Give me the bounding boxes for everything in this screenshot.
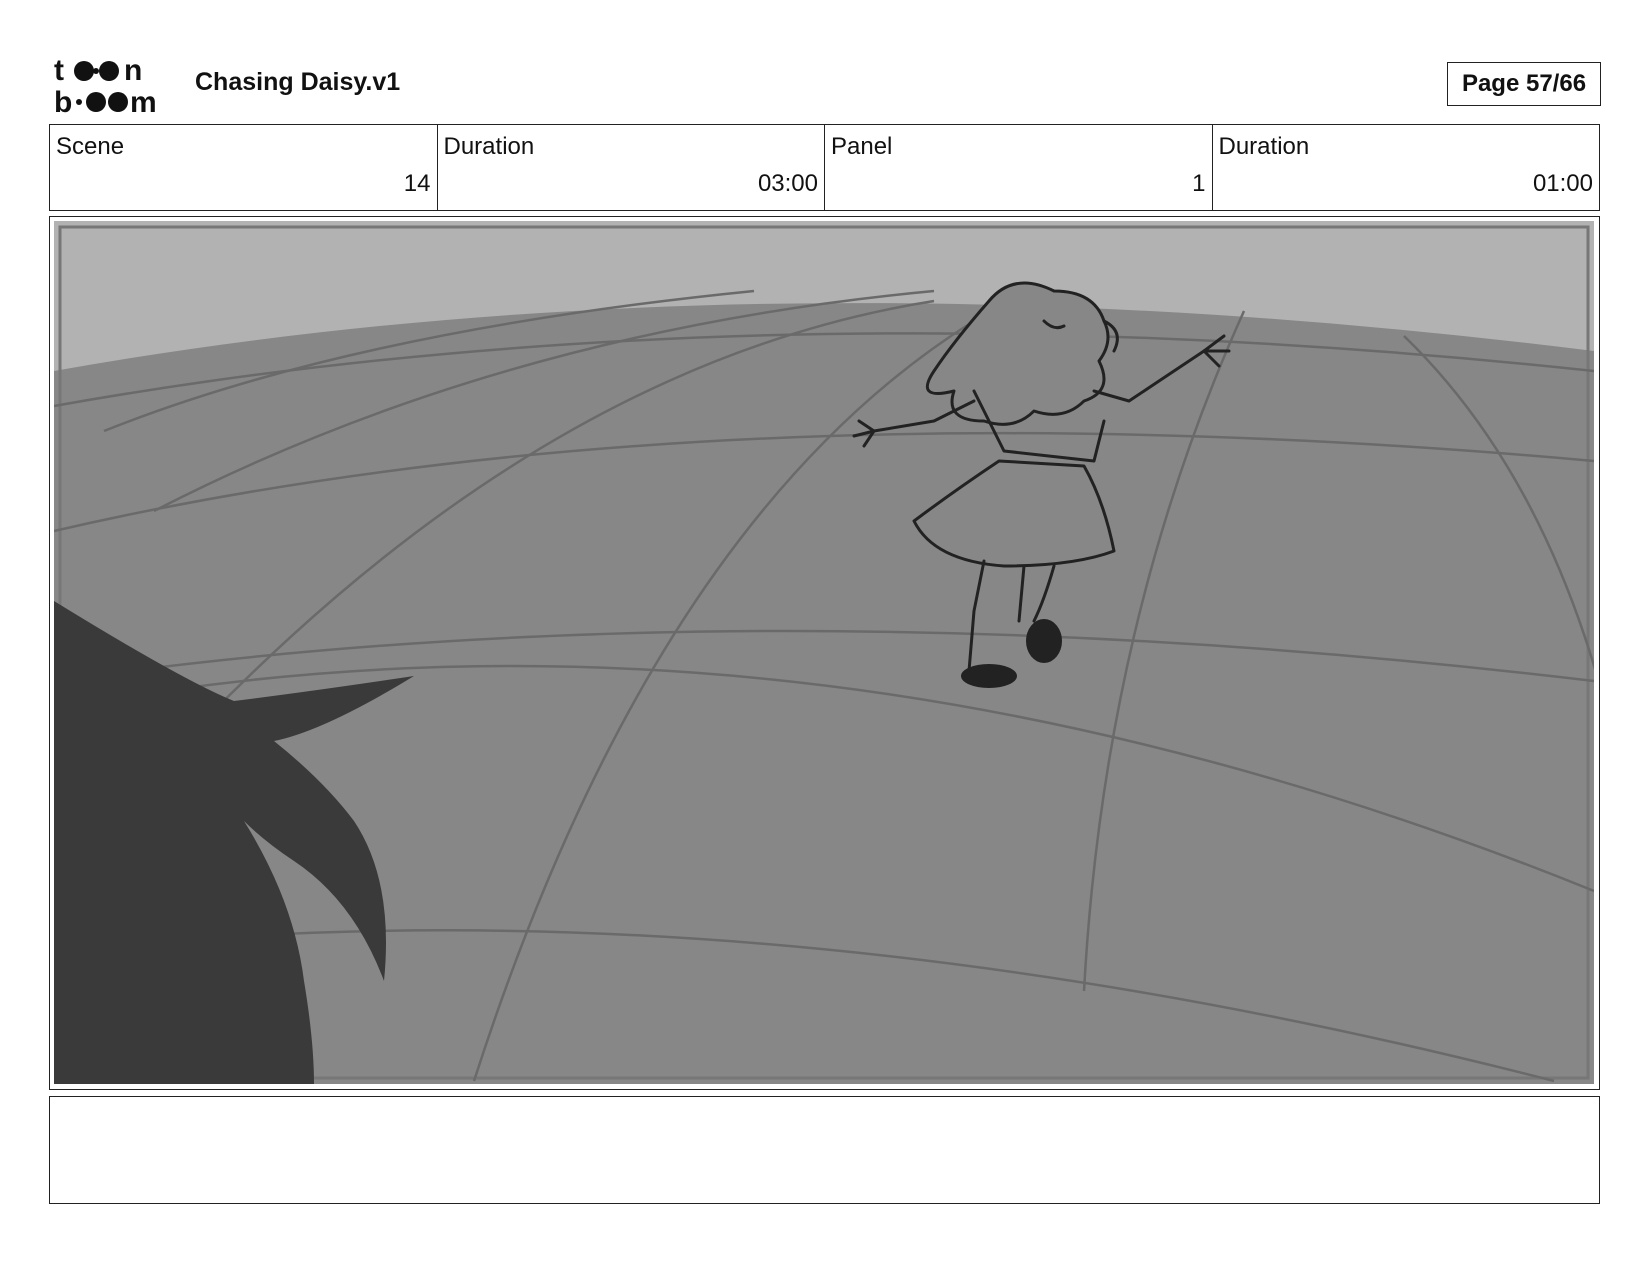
scene-label: Scene (56, 133, 125, 160)
svg-text:t: t (54, 54, 64, 87)
page-indicator: Page 57/66 (1447, 62, 1601, 106)
panel-duration-label: Duration (1218, 133, 1310, 160)
scene-duration-value: 03:00 (757, 170, 818, 197)
scene-value: 14 (403, 170, 431, 197)
panel-drawing (54, 221, 1594, 1084)
toonboom-logo: t n b m (54, 54, 172, 116)
svg-text:b: b (54, 86, 72, 116)
page-label: Page 57/66 (1461, 70, 1587, 97)
storyboard-panel (49, 216, 1600, 1090)
panel-caption-box (49, 1096, 1600, 1204)
panel-duration-value: 01:00 (1532, 170, 1593, 197)
panel-label: Panel (831, 133, 893, 160)
project-title: Chasing Daisy.v1 (195, 68, 401, 96)
scene-duration-cell: Duration 03:00 (438, 125, 825, 210)
panel-duration-cell: Duration 01:00 (1213, 125, 1600, 210)
panel-cell: Panel 1 (825, 125, 1213, 210)
panel-value: 1 (1192, 170, 1206, 197)
scene-duration-label: Duration (443, 133, 535, 160)
panel-info-row: Scene 14 Duration 03:00 Panel 1 Duration… (49, 124, 1600, 211)
svg-text:n: n (124, 54, 142, 87)
svg-text:m: m (130, 86, 157, 116)
scene-cell: Scene 14 (50, 125, 438, 210)
